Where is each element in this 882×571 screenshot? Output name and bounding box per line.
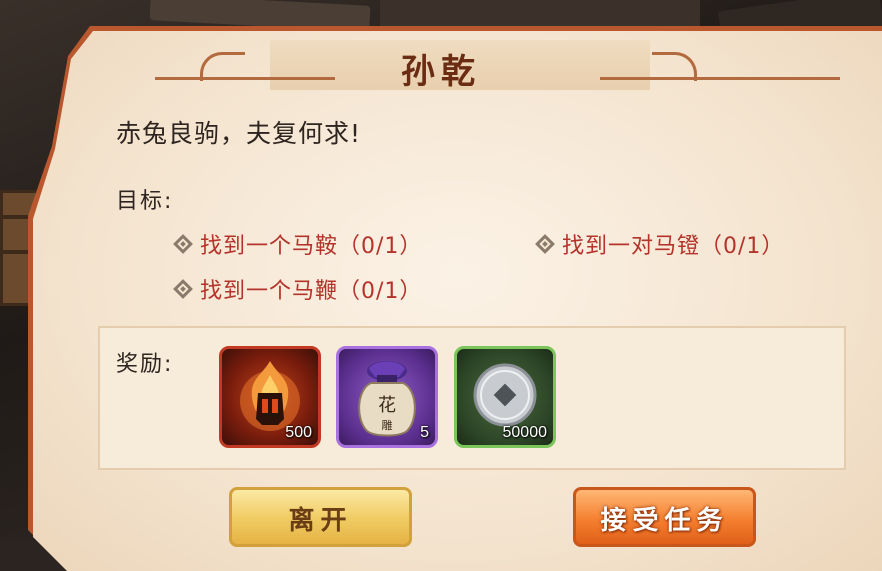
- reward-item[interactable]: 花 雕 5: [336, 346, 438, 448]
- reward-count: 50000: [502, 424, 548, 441]
- diamond-bullet-icon: [535, 234, 555, 254]
- background-plank: [380, 0, 700, 26]
- goal-text: 找到一个马鞍（0/1）: [200, 234, 423, 259]
- goal-text: 找到一个马鞭（0/1）: [200, 279, 423, 304]
- jar-label-text: 雕: [382, 418, 393, 432]
- reward-item[interactable]: 50000: [454, 346, 556, 448]
- reward-count: 5: [420, 424, 429, 441]
- reward-count: 500: [285, 424, 312, 441]
- leave-button[interactable]: 离开: [229, 487, 412, 547]
- goal-item: 找到一对马镫（0/1）: [535, 228, 785, 260]
- goal-text: 找到一对马镫（0/1）: [562, 234, 785, 259]
- jar-label-text: 花: [378, 395, 396, 416]
- quest-dialogue: 赤兔良驹，夫复何求!: [116, 119, 362, 148]
- goal-item: 找到一个马鞭（0/1）: [173, 273, 423, 305]
- goals-label: 目标:: [116, 189, 174, 214]
- diamond-bullet-icon: [173, 279, 193, 299]
- reward-item[interactable]: 500: [219, 346, 321, 448]
- accept-quest-button[interactable]: 接受任务: [573, 487, 756, 547]
- npc-name-title: 孙乾: [401, 52, 481, 92]
- diamond-bullet-icon: [173, 234, 193, 254]
- rewards-label: 奖励:: [116, 352, 174, 377]
- goal-item: 找到一个马鞍（0/1）: [173, 228, 423, 260]
